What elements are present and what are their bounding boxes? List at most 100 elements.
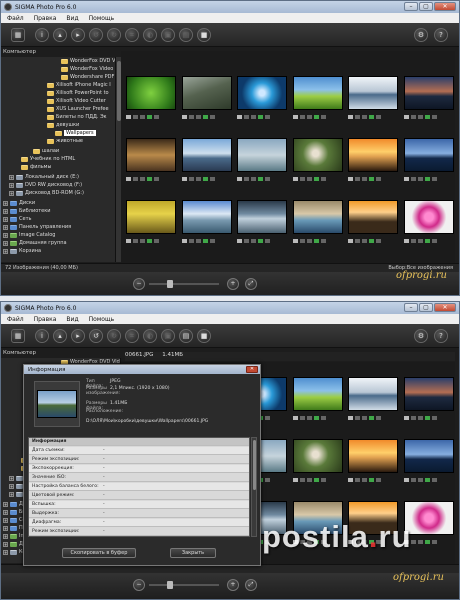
menu-help-2[interactable]: Помощь — [89, 316, 115, 323]
upload-icon[interactable]: ▴ — [53, 329, 67, 343]
info-icon[interactable]: i — [35, 28, 49, 42]
thumbnail-image[interactable] — [237, 76, 287, 110]
help-icon[interactable]: ? — [434, 28, 448, 42]
print-icon[interactable]: ▤ — [179, 28, 193, 42]
expand-icon[interactable]: + — [3, 248, 8, 254]
info-icon[interactable]: i — [35, 329, 49, 343]
play-icon[interactable]: ▸ — [71, 329, 85, 343]
expand-icon[interactable]: + — [3, 525, 8, 531]
thumbnail-image[interactable] — [126, 200, 176, 234]
tree-item[interactable]: фильмы — [21, 163, 51, 171]
tree-item[interactable]: + Диски — [3, 199, 35, 207]
minimize-button-2[interactable]: – — [404, 303, 418, 312]
zoom-in-icon[interactable]: + — [227, 278, 239, 290]
expand-icon[interactable]: + — [3, 200, 8, 206]
adjust-icon[interactable]: ◐ — [143, 28, 157, 42]
thumbnail-cell[interactable] — [288, 138, 350, 196]
tree-item[interactable]: + Локальный диск (E:) — [9, 173, 79, 181]
thumbnail-image[interactable] — [292, 76, 343, 110]
expand-icon[interactable]: + — [9, 491, 14, 497]
fullscreen-icon[interactable]: ⤢ — [245, 278, 257, 290]
thumbnail-cell[interactable] — [399, 439, 456, 497]
thumbnail-cell[interactable] — [288, 377, 350, 435]
menu-edit[interactable]: Правка — [34, 15, 57, 22]
thumbnail-cell[interactable] — [121, 138, 183, 196]
thumbnail-cell[interactable] — [288, 439, 350, 497]
tree-item[interactable]: Учебник по HTML — [21, 155, 75, 163]
tree-item[interactable]: + Дисковод BD-ROM (G:) — [9, 189, 84, 197]
tree-item[interactable]: XUS Launcher Prefee — [47, 105, 109, 113]
tree-item[interactable]: шалаи — [33, 147, 59, 155]
thumbnail-image[interactable] — [403, 76, 454, 110]
folder-tree[interactable]: WonderFox DVD Vide WonderFox Video Cor Won… — [1, 57, 121, 262]
maximize-button-2[interactable]: ▢ — [419, 303, 433, 312]
tree-item[interactable]: Билеты по ПДД. Эк — [47, 113, 107, 121]
expand-icon[interactable]: + — [3, 240, 8, 246]
dialog-close-button[interactable]: Закрыть — [170, 548, 216, 558]
tree-item[interactable]: животные — [47, 137, 83, 145]
crop-icon[interactable]: ⌗ — [125, 329, 139, 343]
expand-icon[interactable]: + — [3, 501, 8, 507]
rotate-right-icon[interactable]: ↻ — [107, 329, 121, 343]
zoom-slider[interactable] — [149, 280, 219, 288]
grid-view-icon[interactable]: ▦ — [11, 329, 25, 343]
crop-icon[interactable]: ⌗ — [125, 28, 139, 42]
expand-icon[interactable]: + — [3, 208, 8, 214]
tree-item[interactable]: + Сеть — [3, 215, 31, 223]
expand-icon[interactable]: + — [3, 541, 8, 547]
menu-help[interactable]: Помощь — [89, 15, 115, 22]
thumbnail-cell[interactable] — [177, 200, 239, 258]
thumbnail-cell[interactable] — [232, 138, 294, 196]
thumbnail-image[interactable] — [292, 200, 343, 234]
tree-item[interactable]: девушки — [47, 121, 79, 129]
thumbnail-cell[interactable] — [343, 200, 405, 258]
thumbnail-image[interactable] — [126, 76, 176, 110]
rotate-right-icon[interactable]: ↻ — [107, 28, 121, 42]
thumbnail-cell[interactable] — [343, 76, 405, 134]
thumbnail-image[interactable] — [403, 138, 454, 172]
thumbnail-image[interactable] — [348, 200, 398, 234]
thumbnail-image[interactable] — [181, 76, 232, 110]
stop-icon[interactable]: ■ — [197, 329, 211, 343]
thumbnail-image[interactable] — [348, 138, 398, 172]
thumbnail-cell[interactable] — [288, 76, 350, 134]
save-icon[interactable]: ▣ — [161, 329, 175, 343]
tree-item[interactable]: Wondershare PDF Ed — [61, 73, 120, 81]
expand-icon[interactable]: + — [3, 533, 8, 539]
menu-file[interactable]: Файл — [7, 15, 24, 22]
adjust-icon[interactable]: ◐ — [143, 329, 157, 343]
expand-icon[interactable]: + — [3, 549, 8, 555]
thumbnail-image[interactable] — [348, 377, 398, 411]
thumbnail-cell[interactable] — [343, 439, 405, 497]
thumbnail-cell[interactable] — [121, 76, 183, 134]
zoom-in-icon[interactable]: + — [227, 579, 239, 591]
thumbnail-cell[interactable] — [232, 76, 294, 134]
tree-item[interactable]: + DVD RW дисковод (F:) — [9, 181, 82, 189]
thumbnail-image[interactable] — [292, 439, 343, 473]
close-button-2[interactable]: ✕ — [434, 303, 456, 312]
thumbnail-cell[interactable] — [399, 377, 456, 435]
upload-icon[interactable]: ▴ — [53, 28, 67, 42]
menu-view[interactable]: Вид — [66, 15, 78, 22]
expand-icon[interactable]: + — [9, 182, 14, 188]
thumbnail-image[interactable] — [126, 138, 176, 172]
thumbnail-cell[interactable] — [288, 200, 350, 258]
maximize-button[interactable]: ▢ — [419, 2, 433, 11]
thumbnail-cell[interactable] — [121, 200, 183, 258]
thumbnail-image[interactable] — [237, 200, 287, 234]
expand-icon[interactable]: + — [3, 224, 8, 230]
minimize-button[interactable]: – — [404, 2, 418, 11]
expand-icon[interactable]: + — [3, 517, 8, 523]
close-button[interactable]: ✕ — [434, 2, 456, 11]
zoom-out-icon[interactable]: − — [133, 579, 145, 591]
tree-item[interactable]: + Библиотеки — [3, 207, 51, 215]
exif-scrollbar[interactable] — [251, 437, 257, 537]
zoom-out-icon[interactable]: − — [133, 278, 145, 290]
thumbnail-cell[interactable] — [232, 200, 294, 258]
thumbnail-cell[interactable] — [343, 377, 405, 435]
expand-icon[interactable]: + — [9, 174, 14, 180]
expand-icon[interactable]: + — [3, 216, 8, 222]
tree-item[interactable]: Xilisoft PowerPoint to — [47, 89, 109, 97]
expand-icon[interactable]: + — [3, 232, 8, 238]
thumbnail-cell[interactable] — [177, 138, 239, 196]
